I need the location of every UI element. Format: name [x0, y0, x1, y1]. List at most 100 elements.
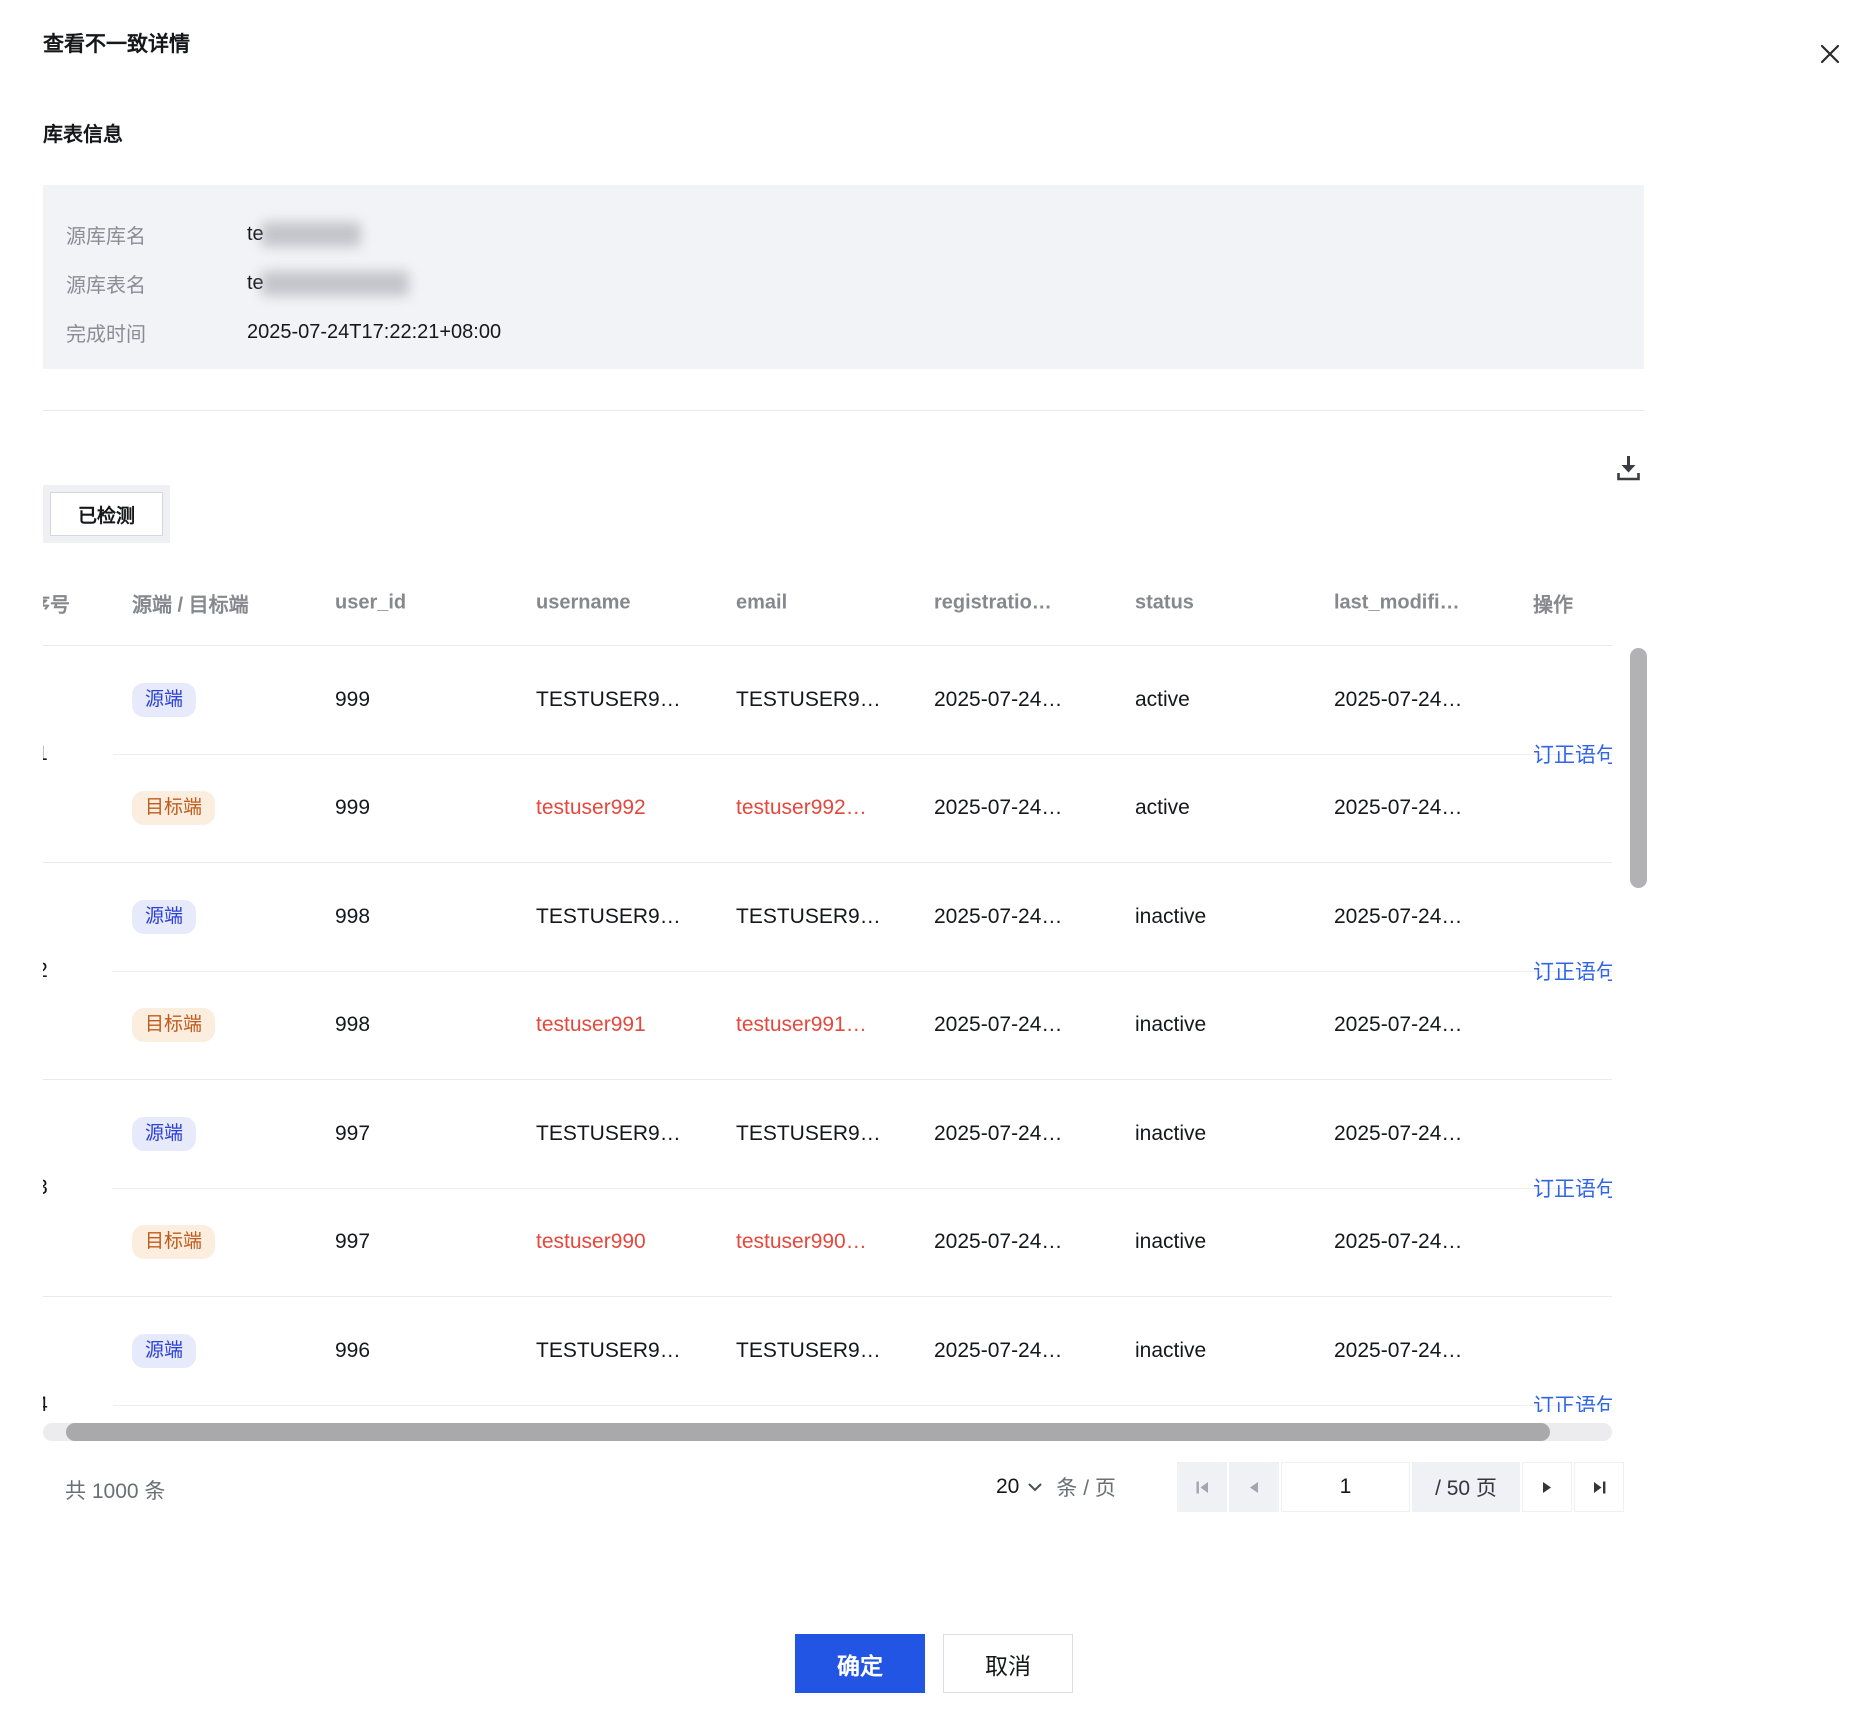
- cell-last-modified: 2025-07-24…: [1334, 688, 1463, 711]
- table-row-source: 源端 998 TESTUSER9… TESTUSER9… 2025-07-24……: [43, 863, 1612, 971]
- vertical-scrollbar-thumb[interactable]: [1630, 648, 1647, 888]
- col-header-status: status: [1135, 591, 1194, 613]
- info-label: 完成时间: [66, 324, 146, 346]
- download-button[interactable]: [1604, 444, 1652, 492]
- col-header-email: email: [736, 591, 788, 613]
- prev-page-icon: [1248, 1480, 1260, 1495]
- info-value-masked: te: [247, 271, 409, 296]
- cell-username: TESTUSER9…: [536, 1122, 681, 1145]
- table-row-target: [43, 1405, 1612, 1412]
- horizontal-scrollbar-thumb[interactable]: [66, 1423, 1550, 1441]
- cancel-button[interactable]: 取消: [943, 1634, 1073, 1693]
- table-row-pair: 3 源端 997 TESTUSER9… TESTUSER9… 2025-07-2…: [43, 1080, 1612, 1297]
- source-badge: 源端: [132, 683, 197, 717]
- correction-statement-link[interactable]: 订正语句: [1533, 956, 1612, 986]
- source-badge: 源端: [132, 1334, 197, 1368]
- table-row-target: 目标端 997 testuser990 testuser990… 2025-07…: [43, 1188, 1612, 1296]
- cell-registration: 2025-07-24…: [934, 905, 1063, 928]
- download-icon: [1615, 454, 1642, 482]
- table-row-source: 源端 997 TESTUSER9… TESTUSER9… 2025-07-24……: [43, 1080, 1612, 1188]
- cell-email: testuser990…: [736, 1230, 867, 1253]
- cell-user-id: 997: [335, 1230, 371, 1253]
- correction-statement-link[interactable]: 订正语句: [1533, 1390, 1612, 1412]
- blurred-text-block: [260, 271, 409, 296]
- first-page-icon: [1195, 1480, 1210, 1495]
- cell-registration: 2025-07-24…: [934, 796, 1063, 819]
- next-page-icon: [1541, 1480, 1553, 1495]
- finish-time-value: 2025-07-24T17:22:21+08:00: [247, 321, 502, 343]
- tab-checked[interactable]: 已检测: [50, 492, 164, 536]
- cell-email: TESTUSER9…: [736, 1122, 881, 1145]
- table-row-source: 源端 996 TESTUSER9… TESTUSER9… 2025-07-24……: [43, 1297, 1612, 1405]
- page-size-select[interactable]: 20 条 / 页: [996, 1462, 1116, 1512]
- target-badge: 目标端: [132, 1225, 216, 1259]
- page-size-value: 20: [996, 1475, 1020, 1498]
- cell-registration: 2025-07-24…: [934, 1230, 1063, 1253]
- info-value-masked: te: [247, 222, 361, 247]
- cell-username: TESTUSER9…: [536, 905, 681, 928]
- cell-registration: 2025-07-24…: [934, 1122, 1063, 1145]
- cell-user-id: 996: [335, 1339, 371, 1362]
- table-row-target: 目标端 998 testuser991 testuser991… 2025-07…: [43, 971, 1612, 1079]
- endpoint-cell: 源端: [132, 683, 197, 717]
- first-page-button[interactable]: [1177, 1462, 1227, 1512]
- col-header-index: 序号: [43, 594, 70, 616]
- table-row-target: 目标端 999 testuser992 testuser992… 2025-07…: [43, 754, 1612, 862]
- cell-last-modified: 2025-07-24…: [1334, 796, 1463, 819]
- table-row-pair: 1 源端 999 TESTUSER9… TESTUSER9… 2025-07-2…: [43, 646, 1612, 863]
- cell-email: TESTUSER9…: [736, 688, 881, 711]
- cell-user-id: 997: [335, 1122, 371, 1145]
- page-number-input[interactable]: [1281, 1462, 1410, 1512]
- cell-last-modified: 2025-07-24…: [1334, 1122, 1463, 1145]
- col-header-registration: registratio…: [934, 591, 1052, 613]
- col-header-user-id: user_id: [335, 591, 407, 613]
- table-info-panel: 源库库名 te 源库表名 te 完成时间 2025-07-24T17:22:21…: [43, 185, 1644, 369]
- section-divider: [43, 410, 1644, 411]
- source-badge: 源端: [132, 1117, 197, 1151]
- cell-status: active: [1135, 796, 1190, 819]
- cell-status: active: [1135, 688, 1190, 711]
- cell-status: inactive: [1135, 1013, 1207, 1036]
- cell-user-id: 999: [335, 796, 371, 819]
- col-header-endpoint: 源端 / 目标端: [132, 594, 249, 616]
- cell-last-modified: 2025-07-24…: [1334, 1013, 1463, 1036]
- cell-status: inactive: [1135, 1230, 1207, 1253]
- col-header-username: username: [536, 591, 631, 613]
- total-pages-label: / 50 页: [1412, 1462, 1520, 1512]
- info-row-finish-time: 完成时间 2025-07-24T17:22:21+08:00: [66, 308, 1644, 357]
- close-button[interactable]: [1806, 30, 1854, 78]
- correction-statement-link[interactable]: 订正语句: [1533, 1173, 1612, 1203]
- cell-email: TESTUSER9…: [736, 1339, 881, 1362]
- info-row-source-table: 源库表名 te: [66, 259, 1644, 308]
- endpoint-cell: 目标端: [132, 1225, 216, 1259]
- prev-page-button[interactable]: [1229, 1462, 1279, 1512]
- target-badge: 目标端: [132, 1008, 216, 1042]
- next-page-button[interactable]: [1522, 1462, 1572, 1512]
- cell-status: inactive: [1135, 1122, 1207, 1145]
- correction-statement-link[interactable]: 订正语句: [1533, 739, 1612, 769]
- dialog-footer: 确定 取消: [0, 1634, 1868, 1693]
- cell-username: testuser992: [536, 796, 646, 819]
- cell-registration: 2025-07-24…: [934, 1013, 1063, 1036]
- last-page-button[interactable]: [1574, 1462, 1624, 1512]
- col-header-action: 操作: [1533, 594, 1573, 616]
- section-title: 库表信息: [43, 124, 123, 146]
- cell-username: TESTUSER9…: [536, 1339, 681, 1362]
- table-row-pair: 4 源端 996 TESTUSER9… TESTUSER9… 2025-07-2…: [43, 1297, 1612, 1412]
- cell-status: inactive: [1135, 905, 1207, 928]
- cell-user-id: 998: [335, 1013, 371, 1036]
- page-title: 查看不一致详情: [43, 33, 190, 56]
- total-count-label: 共 1000 条: [65, 1480, 166, 1503]
- info-row-source-db: 源库库名 te: [66, 210, 1644, 259]
- close-icon: [1818, 42, 1842, 66]
- target-badge: 目标端: [132, 791, 216, 825]
- cell-username: TESTUSER9…: [536, 688, 681, 711]
- inconsistency-detail-dialog: { "modal": { "title": "查看不一致详情" }, "info…: [0, 0, 1868, 1730]
- table-row-pair: 2 源端 998 TESTUSER9… TESTUSER9… 2025-07-2…: [43, 863, 1612, 1080]
- cell-username: testuser990: [536, 1230, 646, 1253]
- cell-registration: 2025-07-24…: [934, 1339, 1063, 1362]
- filter-tab-group: 已检测: [43, 485, 171, 543]
- blurred-text-block: [260, 222, 361, 247]
- confirm-button[interactable]: 确定: [795, 1634, 925, 1693]
- cell-last-modified: 2025-07-24…: [1334, 905, 1463, 928]
